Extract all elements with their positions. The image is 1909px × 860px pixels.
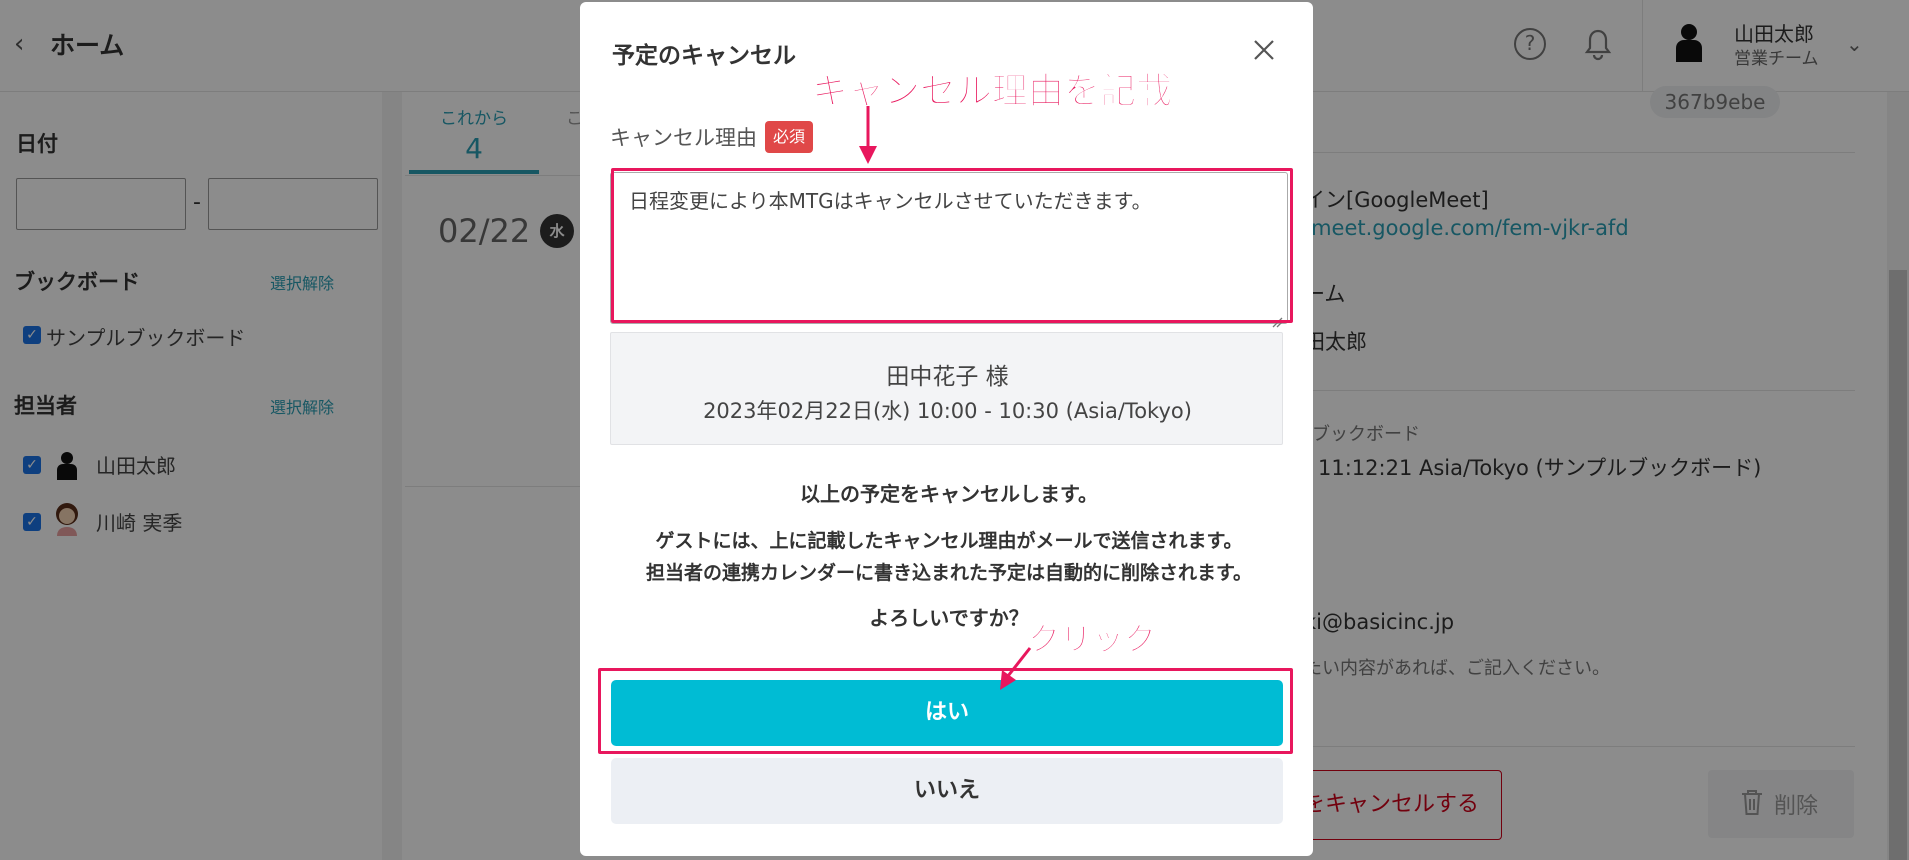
calendar-notice: 担当者の連携カレンダーに書き込まれた予定は自動的に削除されます。 (645, 562, 1253, 584)
annotation-arrow-diagonal-icon (1000, 647, 1032, 690)
annotation-arrow-down-icon (859, 106, 877, 164)
guest-name: 田中花子 様 (886, 364, 1009, 390)
event-schedule: 2023年02月22日(水) 10:00 - 10:30 (Asia/Tokyo… (703, 399, 1192, 423)
dialog-title: 予定のキャンセル (612, 43, 796, 69)
required-badge: 必須 (765, 121, 813, 153)
confirm-question: よろしいですか？ (869, 606, 1029, 630)
reason-label: キャンセル理由 (610, 126, 757, 150)
guest-notice: ゲストには、上に記載したキャンセル理由がメールで送信されます。 (655, 530, 1243, 552)
no-button[interactable]: いいえ (611, 758, 1283, 824)
annotation-highlight-reason (611, 168, 1293, 323)
close-icon[interactable] (1250, 36, 1278, 64)
annotation-click-note: クリック (1027, 620, 1157, 659)
annotation-highlight-yes (598, 668, 1293, 754)
event-summary: 田中花子 様 2023年02月22日(水) 10:00 - 10:30 (Asi… (610, 332, 1283, 445)
cancel-message: 以上の予定をキャンセルします。 (800, 482, 1098, 506)
